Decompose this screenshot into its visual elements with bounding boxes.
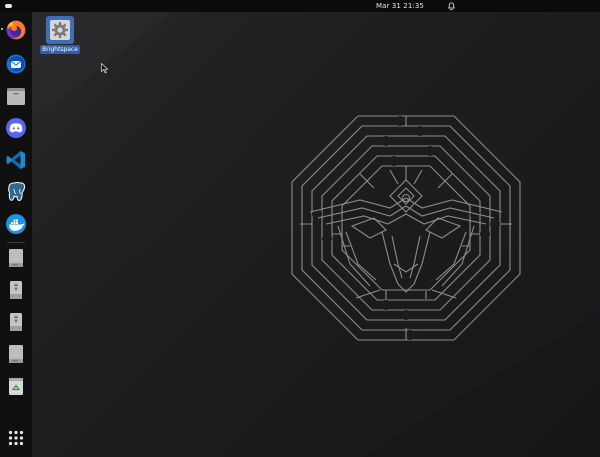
folder-icon <box>7 88 25 105</box>
dock-item-discord[interactable] <box>4 116 28 140</box>
dock-item-vscode[interactable] <box>4 148 28 172</box>
drive-icon <box>9 249 23 267</box>
dock-item-usb-1[interactable] <box>4 278 28 302</box>
mouse-pointer-icon <box>101 63 109 74</box>
running-indicator <box>1 28 3 30</box>
dock-item-files[interactable] <box>4 84 28 108</box>
usb-drive-icon <box>10 313 22 331</box>
desktop-icon-label: Brightspace <box>40 45 80 54</box>
dock-separator <box>7 242 25 243</box>
desktop-icon-brightspace[interactable]: Brightspace <box>40 16 80 54</box>
dock-item-docker[interactable] <box>4 212 28 236</box>
gear-icon <box>50 20 70 40</box>
top-bar: Mar 31 21:35 <box>0 0 600 12</box>
wallpaper-maze-emblem <box>291 115 521 341</box>
dock-item-drive-2[interactable] <box>4 342 28 366</box>
docker-icon <box>6 214 26 234</box>
thunderbird-icon <box>6 54 26 74</box>
show-apps-button[interactable] <box>4 426 28 450</box>
notification-bell-icon[interactable] <box>447 1 456 11</box>
clock[interactable]: Mar 31 21:35 <box>0 0 600 12</box>
dock <box>0 12 32 457</box>
app-grid-icon <box>8 430 24 446</box>
drive-icon <box>9 345 23 363</box>
dock-item-drive-1[interactable] <box>4 246 28 270</box>
dock-item-trash[interactable] <box>4 374 28 398</box>
firefox-icon <box>6 20 26 40</box>
usb-drive-icon <box>10 281 22 299</box>
dock-item-thunderbird[interactable] <box>4 52 28 76</box>
trash-icon <box>9 378 23 395</box>
discord-icon <box>6 118 26 138</box>
dock-item-postgresql[interactable] <box>4 180 28 204</box>
clock-text: Mar 31 21:35 <box>376 2 424 10</box>
vscode-icon <box>6 151 25 169</box>
dock-item-usb-2[interactable] <box>4 310 28 334</box>
dock-item-firefox[interactable] <box>4 18 28 42</box>
postgresql-icon <box>8 181 26 202</box>
desktop-icon-tile <box>46 16 74 44</box>
